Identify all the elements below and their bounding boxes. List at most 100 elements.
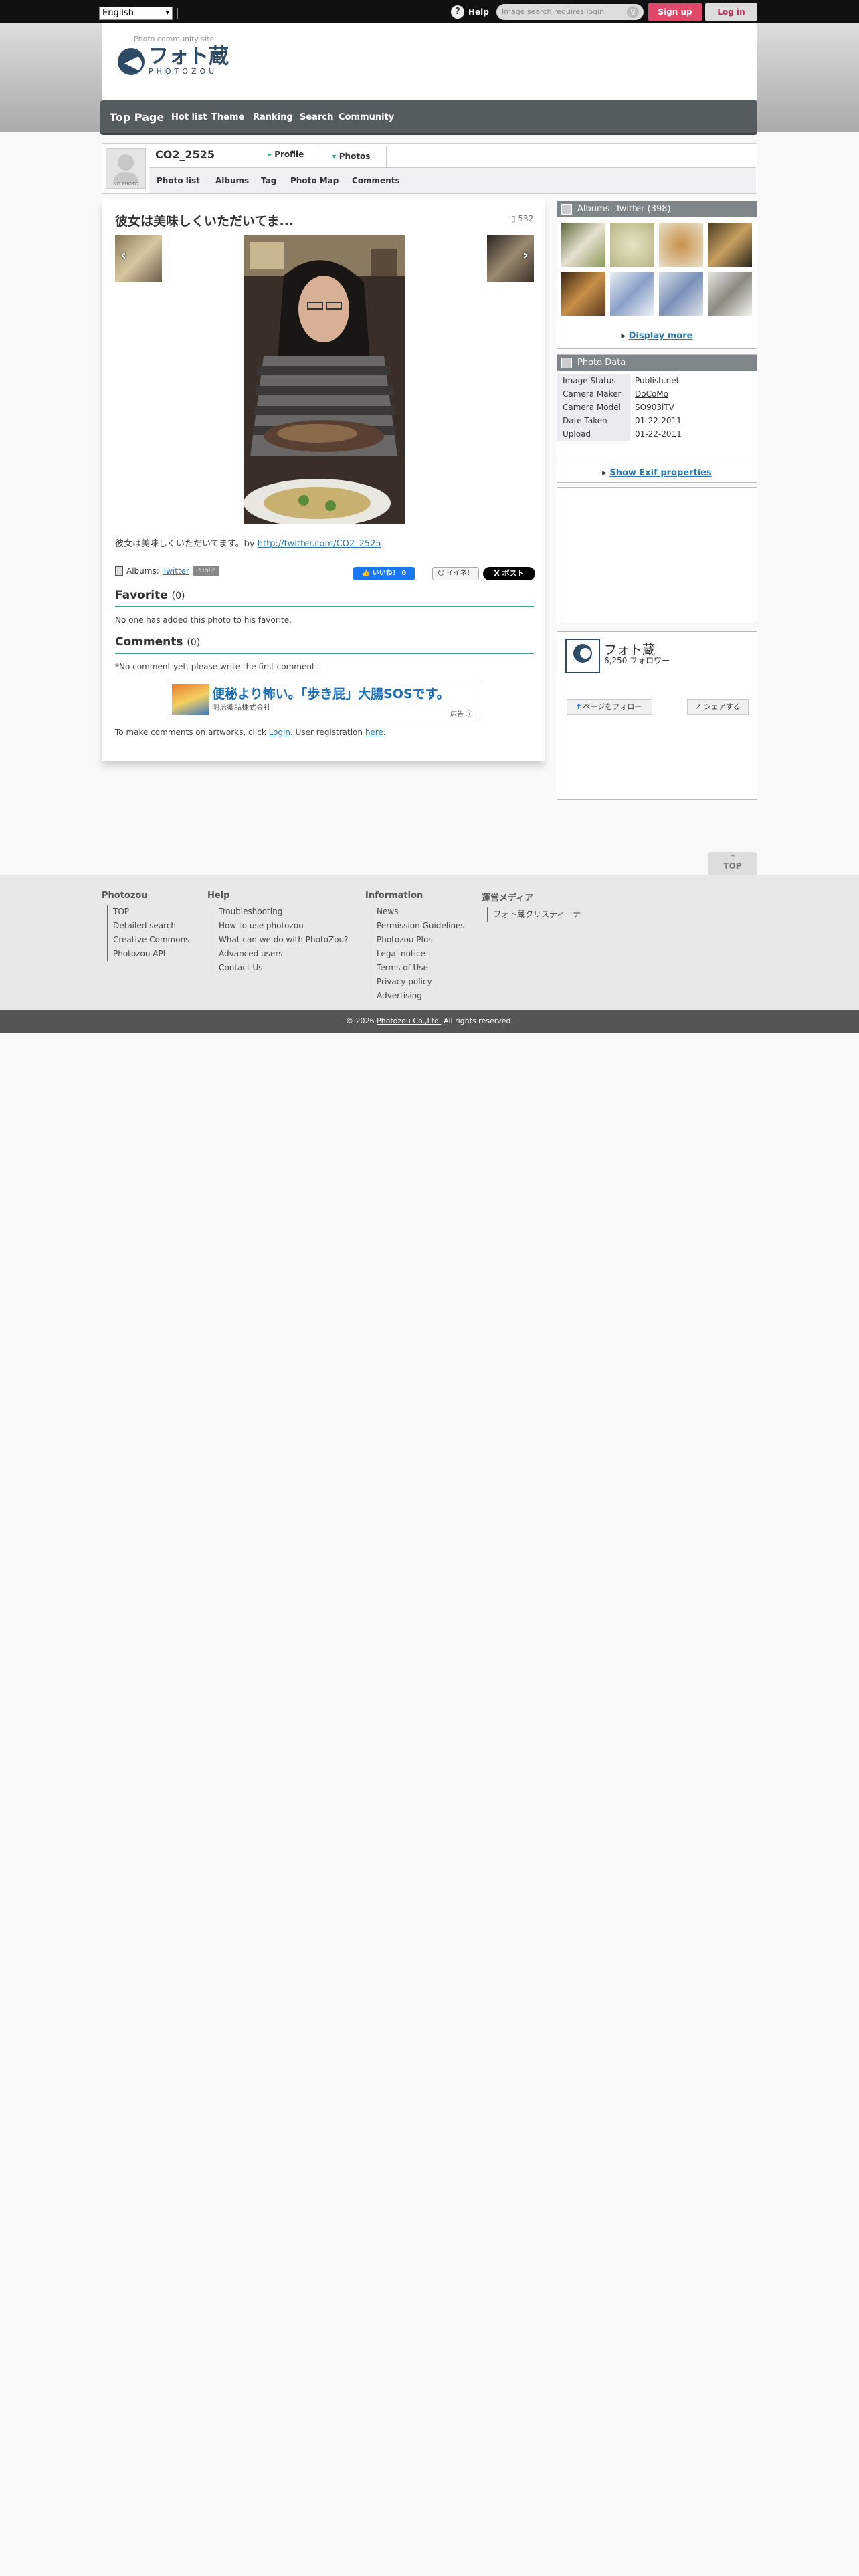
login-link[interactable]: Login — [269, 728, 290, 737]
chevron-left-icon: ‹ — [120, 247, 127, 264]
login-suffix: . — [383, 728, 386, 737]
footer-link[interactable]: Privacy policy — [371, 975, 465, 989]
arrow-icon: ▸ — [268, 150, 275, 159]
main-photo[interactable] — [244, 235, 405, 524]
footer-link[interactable]: Creative Commons — [107, 933, 189, 947]
album-thumb[interactable] — [708, 272, 752, 316]
footer-link[interactable]: Troubleshooting — [213, 905, 349, 919]
display-more-link[interactable]: ▸ Display more — [557, 331, 757, 341]
subtab-albums[interactable]: Albums — [215, 176, 249, 185]
footer-link[interactable]: What can we do with PhotoZou? — [213, 933, 349, 947]
camera-model-link[interactable]: SO903iTV — [630, 401, 674, 414]
ad-title: 便秘より怖い。「歩き屁」大腸SOSです。 — [212, 687, 450, 702]
footer-link[interactable]: Advanced users — [213, 947, 349, 961]
footer-link[interactable]: Advertising — [371, 989, 465, 1003]
album-thumb[interactable] — [708, 223, 752, 267]
tab-photos[interactable]: ▾ Photos — [316, 146, 387, 167]
albums-box-count: (398) — [647, 204, 671, 214]
photo-caption: 彼女は美味しくいただいてます。by http://twitter.com/CO2… — [115, 536, 381, 549]
ad-image — [172, 684, 209, 715]
avatar-head — [118, 154, 134, 171]
prev-photo-thumb[interactable]: ‹ — [115, 235, 162, 282]
data-key: Camera Model — [557, 401, 630, 414]
photo-image — [244, 235, 405, 524]
share-icon: ↗ — [695, 702, 704, 711]
chevron-right-icon: › — [522, 247, 529, 264]
album-thumb[interactable] — [659, 223, 703, 267]
footer-link[interactable]: Terms of Use — [371, 961, 465, 975]
album-thumb[interactable] — [659, 272, 703, 316]
footer-link[interactable]: フォト蔵クリスティーナ — [487, 907, 581, 922]
albums-box-title: Albums: Twitter — [577, 204, 645, 214]
login-button[interactable]: Log in — [705, 3, 757, 21]
table-row: Upload 01-22-2011 — [557, 427, 757, 441]
comments-title: Comments — [115, 635, 183, 649]
footer-link[interactable]: News — [371, 905, 465, 919]
footer-link[interactable]: Photozou API — [107, 947, 189, 961]
subtab-comments[interactable]: Comments — [352, 176, 400, 185]
footer-link[interactable]: Detailed search — [107, 919, 189, 933]
album-thumb[interactable] — [610, 272, 654, 316]
display-more-label: Display more — [628, 331, 693, 341]
tab-profile[interactable]: ▸ Profile — [268, 150, 304, 159]
login-prefix: To make comments on artworks, click — [115, 728, 269, 737]
ad-banner[interactable]: 便秘より怖い。「歩き屁」大腸SOSです。 明治薬品株式会社 広告 ⓘ — [169, 681, 480, 718]
data-key: Image Status — [557, 374, 630, 387]
subtab-photo-map[interactable]: Photo Map — [290, 176, 339, 185]
company-link[interactable]: Photozou Co.,Ltd. — [377, 1016, 441, 1025]
nav-search[interactable]: Search — [300, 112, 333, 122]
footer-col-photozou: Photozou TOP Detailed search Creative Co… — [102, 891, 189, 961]
footer-link[interactable]: TOP — [107, 905, 189, 919]
album-thumb[interactable] — [561, 223, 605, 267]
photo-data-title: Photo Data — [577, 358, 626, 368]
album-link[interactable]: Twitter — [163, 566, 189, 576]
favorite-heading: Favorite (0) — [115, 588, 534, 607]
subtab-photo-list[interactable]: Photo list — [157, 176, 200, 185]
avatar[interactable]: NO PHOTO — [106, 148, 146, 189]
fb-page-logo[interactable] — [565, 639, 600, 673]
back-to-top-button[interactable]: ^ TOP — [708, 852, 757, 875]
iine-button[interactable]: ☺ イイネ！ — [432, 567, 479, 580]
smile-icon: ☺ — [438, 570, 447, 577]
footer-link[interactable]: How to use photozou — [213, 919, 349, 933]
album-thumb[interactable] — [561, 272, 605, 316]
footer-link[interactable]: Contact Us — [213, 961, 349, 975]
search-input[interactable]: Image search requires login — [496, 4, 644, 20]
album-thumb[interactable] — [610, 223, 654, 267]
tab-profile-label: Profile — [274, 150, 304, 159]
fb-like-button[interactable]: 👍 いいね！ 0 — [353, 567, 415, 580]
register-link[interactable]: here — [365, 728, 383, 737]
caption-link[interactable]: http://twitter.com/CO2_2525 — [258, 539, 381, 549]
footer-link[interactable]: Permission Guidelines — [371, 919, 465, 933]
table-row: Camera Maker DoCoMo — [557, 387, 757, 401]
logo-text: フォト蔵 — [149, 45, 229, 68]
signup-button[interactable]: Sign up — [648, 3, 702, 21]
nav-ranking[interactable]: Ranking — [253, 112, 293, 122]
nav-community[interactable]: Community — [339, 112, 394, 122]
help-link[interactable]: ? Help — [451, 5, 489, 19]
x-post-button[interactable]: X ポスト — [483, 567, 535, 580]
footer-link[interactable]: Legal notice — [371, 947, 465, 961]
next-photo-thumb[interactable]: › — [487, 235, 534, 282]
ad-label[interactable]: 広告 ⓘ — [450, 708, 472, 718]
nav-hot-list[interactable]: Hot list — [171, 112, 207, 122]
fb-share-button[interactable]: ↗ シェアする — [687, 699, 749, 715]
subtab-tag[interactable]: Tag — [261, 176, 276, 185]
exif-link[interactable]: ▸ Show Exif properties — [557, 461, 757, 478]
search-icon[interactable]: ⚲ — [627, 6, 639, 18]
footer-heading: Photozou — [102, 891, 148, 901]
like-label: いいね！ 0 — [372, 570, 407, 577]
logo-icon — [118, 47, 145, 75]
user-name[interactable]: CO2_2525 — [155, 148, 215, 161]
table-row: Date Taken 01-22-2011 — [557, 414, 757, 427]
nav-theme[interactable]: Theme — [211, 112, 244, 122]
footer-link[interactable]: Photozou Plus — [371, 933, 465, 947]
camera-maker-link[interactable]: DoCoMo — [630, 387, 668, 401]
site-logo[interactable]: フォト蔵 PHOTOZOU — [118, 47, 229, 76]
fb-follow-button[interactable]: f ページをフォロー — [567, 699, 652, 715]
sidebar-ad-slot — [557, 487, 757, 623]
nav-top-page[interactable]: Top Page — [110, 111, 164, 124]
back-to-top-label: TOP — [723, 861, 742, 871]
language-select[interactable]: English ▾ — [99, 7, 173, 20]
copyright-suffix: All rights reserved. — [441, 1016, 513, 1025]
